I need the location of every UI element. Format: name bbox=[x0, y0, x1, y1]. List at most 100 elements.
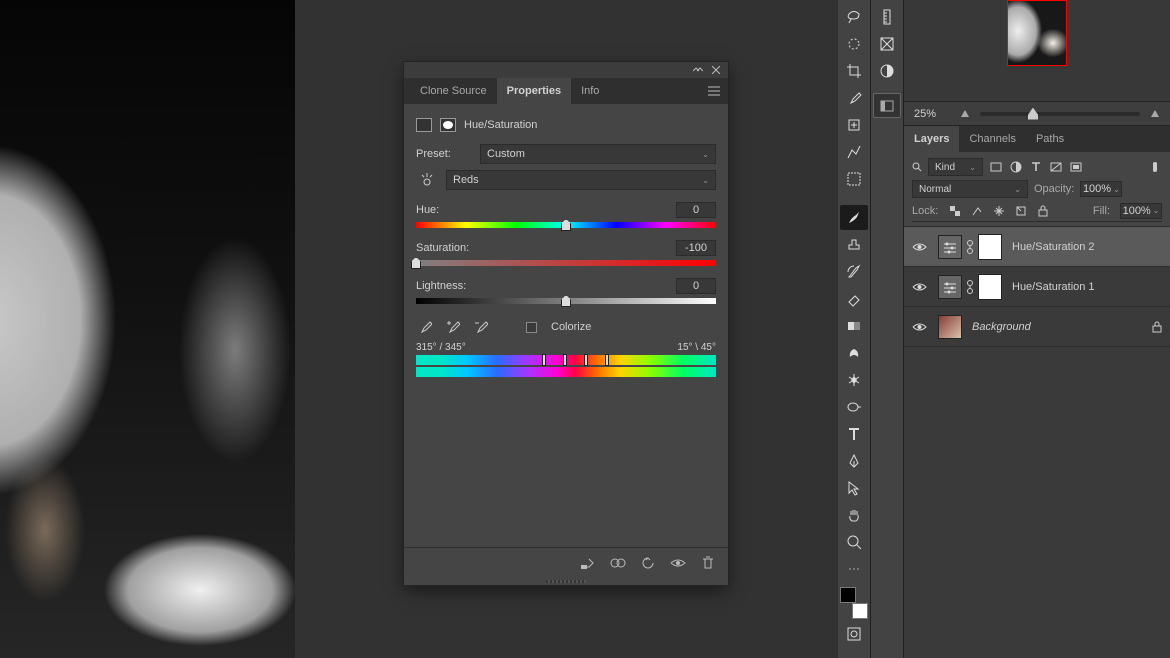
navigator-thumbnail[interactable] bbox=[1007, 0, 1067, 66]
tab-layers[interactable]: Layers bbox=[904, 126, 959, 152]
lock-all-icon[interactable] bbox=[1036, 204, 1050, 218]
hue-track[interactable] bbox=[416, 222, 716, 228]
adjustment-icon[interactable] bbox=[873, 58, 901, 83]
layer-name[interactable]: Hue/Saturation 2 bbox=[1012, 241, 1162, 253]
zoom-in-icon[interactable] bbox=[1150, 109, 1160, 119]
color-range-track[interactable] bbox=[416, 355, 716, 365]
history-brush-icon[interactable] bbox=[840, 259, 868, 284]
foreground-color[interactable] bbox=[840, 587, 856, 603]
lightness-track[interactable] bbox=[416, 298, 716, 304]
mask-icon[interactable] bbox=[440, 118, 456, 132]
link-icon[interactable] bbox=[966, 279, 974, 295]
view-previous-icon[interactable] bbox=[610, 555, 626, 571]
eyedropper-icon[interactable] bbox=[416, 318, 434, 336]
range-marker[interactable] bbox=[563, 354, 567, 366]
close-icon[interactable] bbox=[710, 64, 722, 76]
ruler-icon[interactable] bbox=[873, 4, 901, 29]
layer-mask-thumb[interactable] bbox=[978, 274, 1002, 300]
saturation-track[interactable] bbox=[416, 260, 716, 266]
lock-transparency-icon[interactable] bbox=[948, 204, 962, 218]
filter-adjust-icon[interactable] bbox=[1009, 160, 1023, 174]
link-icon[interactable] bbox=[966, 239, 974, 255]
search-icon[interactable] bbox=[912, 162, 922, 172]
path-select-icon[interactable] bbox=[840, 475, 868, 500]
zoom-thumb[interactable] bbox=[1028, 108, 1038, 120]
filter-toggle-icon[interactable] bbox=[1148, 160, 1162, 174]
colorize-checkbox[interactable] bbox=[526, 322, 537, 333]
tab-channels[interactable]: Channels bbox=[959, 126, 1025, 152]
magic-wand-icon[interactable] bbox=[840, 31, 868, 56]
frame-icon[interactable] bbox=[873, 31, 901, 56]
tab-properties[interactable]: Properties bbox=[497, 78, 571, 104]
range-marker[interactable] bbox=[605, 354, 609, 366]
channel-dropdown[interactable]: Reds ⌄ bbox=[446, 170, 716, 190]
eyedropper-add-icon[interactable] bbox=[444, 318, 462, 336]
clip-to-layer-icon[interactable] bbox=[580, 555, 596, 571]
lock-position-icon[interactable] bbox=[992, 204, 1006, 218]
tab-clone-source[interactable]: Clone Source bbox=[410, 78, 497, 104]
reset-icon[interactable] bbox=[640, 555, 656, 571]
layer-name[interactable]: Hue/Saturation 1 bbox=[1012, 281, 1162, 293]
pen-tool-icon[interactable] bbox=[840, 448, 868, 473]
lock-image-icon[interactable] bbox=[970, 204, 984, 218]
targeted-adjust-icon[interactable] bbox=[416, 172, 438, 188]
visibility-icon[interactable] bbox=[670, 555, 686, 571]
range-marker[interactable] bbox=[542, 354, 546, 366]
color-swatches[interactable] bbox=[840, 587, 868, 619]
opacity-input[interactable]: 100% ⌄ bbox=[1080, 181, 1122, 197]
resize-grip[interactable] bbox=[404, 577, 728, 585]
layer-thumb[interactable] bbox=[938, 315, 962, 339]
lasso-icon[interactable] bbox=[840, 4, 868, 29]
filter-smart-icon[interactable] bbox=[1069, 160, 1083, 174]
layer-mask-thumb[interactable] bbox=[978, 234, 1002, 260]
fill-input[interactable]: 100% ⌄ bbox=[1120, 203, 1162, 219]
tab-paths[interactable]: Paths bbox=[1026, 126, 1074, 152]
zoom-slider[interactable] bbox=[980, 112, 1140, 116]
lightness-thumb[interactable] bbox=[561, 295, 571, 307]
preset-dropdown[interactable]: Custom ⌄ bbox=[480, 144, 716, 164]
hand-tool-icon[interactable] bbox=[840, 502, 868, 527]
brush-tool-icon[interactable] bbox=[840, 205, 868, 230]
hue-thumb[interactable] bbox=[561, 219, 571, 231]
pattern-icon[interactable] bbox=[840, 166, 868, 191]
filter-shape-icon[interactable] bbox=[1049, 160, 1063, 174]
layer-name[interactable]: Background bbox=[972, 321, 1142, 333]
quick-mask-icon[interactable] bbox=[840, 621, 868, 646]
collapse-icon[interactable] bbox=[692, 64, 704, 76]
layer-filter-dropdown[interactable]: Kind ⌄ bbox=[928, 158, 983, 176]
panel-menu-icon[interactable] bbox=[708, 86, 728, 96]
trash-icon[interactable] bbox=[700, 555, 716, 571]
healing-brush-icon[interactable] bbox=[840, 112, 868, 137]
hue-input[interactable]: 0 bbox=[676, 202, 716, 218]
lock-icon[interactable] bbox=[1152, 321, 1162, 333]
dodge-tool-icon[interactable] bbox=[840, 367, 868, 392]
filter-type-icon[interactable] bbox=[1029, 160, 1043, 174]
visibility-toggle-icon[interactable] bbox=[912, 322, 928, 332]
lock-artboard-icon[interactable] bbox=[1014, 204, 1028, 218]
expand-panel-icon[interactable] bbox=[873, 93, 901, 118]
zoom-value[interactable]: 25% bbox=[914, 108, 950, 120]
gradient-tool-icon[interactable] bbox=[840, 313, 868, 338]
zoom-tool-icon[interactable] bbox=[840, 529, 868, 554]
lightness-input[interactable]: 0 bbox=[676, 278, 716, 294]
filter-pixel-icon[interactable] bbox=[989, 160, 1003, 174]
saturation-thumb[interactable] bbox=[411, 257, 421, 269]
blend-mode-dropdown[interactable]: Normal ⌄ bbox=[912, 180, 1028, 198]
layer-row[interactable]: Hue/Saturation 1 bbox=[904, 267, 1170, 307]
tab-info[interactable]: Info bbox=[571, 78, 609, 104]
range-marker[interactable] bbox=[584, 354, 588, 366]
visibility-toggle-icon[interactable] bbox=[912, 282, 928, 292]
saturation-input[interactable]: -100 bbox=[676, 240, 716, 256]
smudge-tool-icon[interactable] bbox=[840, 340, 868, 365]
layer-row[interactable]: Background bbox=[904, 307, 1170, 347]
eyedropper-subtract-icon[interactable] bbox=[472, 318, 490, 336]
eyedropper-tool-icon[interactable] bbox=[840, 85, 868, 110]
background-color[interactable] bbox=[852, 603, 868, 619]
brush-settings-icon[interactable] bbox=[840, 139, 868, 164]
crop-icon[interactable] bbox=[840, 58, 868, 83]
stamp-tool-icon[interactable] bbox=[840, 232, 868, 257]
type-tool-icon[interactable] bbox=[840, 421, 868, 446]
visibility-toggle-icon[interactable] bbox=[912, 242, 928, 252]
zoom-out-icon[interactable] bbox=[960, 109, 970, 119]
layer-row[interactable]: Hue/Saturation 2 bbox=[904, 227, 1170, 267]
